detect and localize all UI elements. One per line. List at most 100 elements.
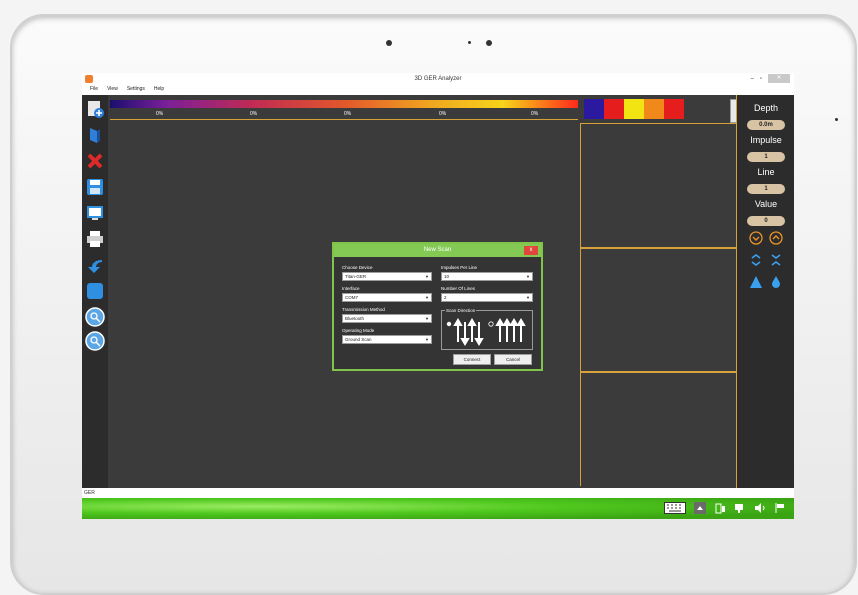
lines-value: 2	[444, 295, 447, 300]
transmission-label: Transmission Method	[342, 307, 385, 312]
mode-value: Ground Scan	[345, 337, 372, 342]
system-tray	[664, 501, 786, 519]
minimize-button[interactable]: –	[751, 76, 754, 82]
swatch[interactable]	[644, 99, 664, 119]
interface-select[interactable]: COM7 ▼	[342, 293, 432, 302]
camera-sensor-2	[486, 40, 492, 46]
depth-value: 0.0m	[747, 120, 785, 130]
chevron-down-icon: ▼	[425, 337, 429, 342]
depth-label: Depth	[753, 103, 779, 113]
blank-icon[interactable]	[85, 281, 105, 301]
mode-label: Operating Mode	[342, 328, 375, 333]
percent-label: 0%	[439, 111, 447, 117]
battery-icon[interactable]	[714, 501, 726, 519]
radio-parallel	[488, 321, 494, 327]
swatch[interactable]	[624, 99, 644, 119]
new-scan-dialog: New Scan x Choose Device Titan-GER ▼ Inte…	[332, 242, 543, 371]
line-value: 1	[747, 184, 785, 194]
left-toolbar	[82, 95, 108, 488]
chevron-down-circle-icon[interactable]	[749, 231, 763, 245]
dialog-close-button[interactable]: x	[524, 246, 538, 255]
mode-select[interactable]: Ground Scan ▼	[342, 335, 432, 344]
value-value: 0	[747, 216, 785, 226]
chevron-down-icon: ▼	[526, 274, 530, 279]
choose-device-value: Titan-GER	[345, 274, 367, 279]
tray-up-arrow-icon[interactable]	[694, 501, 706, 519]
preview-panel-3[interactable]	[580, 371, 736, 486]
camera-lens	[386, 40, 392, 46]
zoom-alt-icon[interactable]	[85, 331, 105, 351]
parallel-direction-icon	[495, 318, 526, 342]
scan-direction-label: Scan Direction	[445, 308, 477, 313]
droplet-icon[interactable]	[769, 275, 783, 289]
open-book-icon[interactable]	[85, 125, 105, 145]
line-label: Line	[757, 167, 775, 177]
impulses-select[interactable]: 10 ▼	[441, 272, 533, 281]
menu-bar: File View Settings Help	[82, 86, 794, 95]
menu-view[interactable]: View	[107, 86, 118, 95]
title-bar: 3D GER Analyzer – ▫ ✕	[82, 73, 794, 86]
chevron-up-circle-icon[interactable]	[769, 231, 783, 245]
cancel-button[interactable]: Cancel	[494, 354, 532, 365]
percent-label: 0%	[250, 111, 258, 117]
lines-select[interactable]: 2 ▼	[441, 293, 533, 302]
chevron-down-icon: ▼	[425, 274, 429, 279]
zigzag-direction-icon	[453, 318, 484, 346]
choose-device-select[interactable]: Titan-GER ▼	[342, 272, 432, 281]
menu-help[interactable]: Help	[154, 86, 164, 95]
menu-file[interactable]: File	[90, 86, 98, 95]
screen: 3D GER Analyzer – ▫ ✕ File View Settings…	[82, 73, 794, 519]
dialog-title: New Scan	[334, 244, 541, 257]
menu-settings[interactable]: Settings	[127, 86, 145, 95]
app-area: 0% 0% 0% 0% 0% Depth 0.0m Impulse 1 Line…	[82, 95, 794, 488]
print-icon[interactable]	[85, 229, 105, 249]
delete-icon[interactable]	[85, 151, 105, 171]
status-line: GER	[82, 488, 794, 498]
swatch[interactable]	[604, 99, 624, 119]
transmission-select[interactable]: Bluetooth ▼	[342, 314, 432, 323]
color-scale-bar	[110, 100, 578, 108]
percent-label: 0%	[531, 111, 539, 117]
impulses-value: 10	[444, 274, 450, 279]
maximize-button[interactable]: ▫	[760, 76, 762, 82]
interface-value: COM7	[345, 295, 359, 300]
collapse-vertical-icon[interactable]	[769, 253, 783, 267]
swatch[interactable]	[664, 99, 684, 119]
chevron-down-icon: ▼	[425, 295, 429, 300]
impulse-label: Impulse	[750, 135, 782, 145]
radio-zigzag	[446, 321, 452, 327]
close-button[interactable]: ✕	[768, 74, 790, 83]
camera-sensor	[468, 41, 471, 44]
undo-icon[interactable]	[85, 255, 105, 275]
zoom-icon[interactable]	[85, 307, 105, 327]
swatch[interactable]	[584, 99, 604, 119]
connect-button[interactable]: Connect	[453, 354, 491, 365]
network-icon[interactable]	[734, 501, 746, 519]
transmission-value: Bluetooth	[345, 316, 365, 321]
choose-device-label: Choose Device	[342, 265, 373, 270]
readout-sidebar: Depth 0.0m Impulse 1 Line 1 Value 0	[736, 95, 794, 488]
window-title: 3D GER Analyzer	[414, 76, 462, 82]
display-icon[interactable]	[85, 203, 105, 223]
impulse-readout: Impulse 1	[737, 135, 794, 163]
keyboard-icon[interactable]	[664, 501, 686, 519]
impulse-value: 1	[747, 152, 785, 162]
color-scale-labels: 0% 0% 0% 0% 0%	[110, 109, 578, 120]
preview-panel-1[interactable]	[580, 123, 736, 249]
depth-readout: Depth 0.0m	[737, 103, 794, 131]
lines-label: Number Of Lines	[441, 286, 476, 291]
new-scan-icon[interactable]	[85, 99, 105, 119]
side-panels	[580, 123, 736, 486]
volume-icon[interactable]	[754, 501, 766, 519]
preview-panel-2[interactable]	[580, 247, 736, 373]
expand-vertical-icon[interactable]	[749, 253, 763, 267]
triangle-up-icon[interactable]	[749, 275, 763, 289]
impulses-label: Impulses Per Line	[441, 265, 478, 270]
side-sensor	[835, 118, 838, 121]
chevron-down-icon: ▼	[526, 295, 530, 300]
line-readout: Line 1	[737, 167, 794, 195]
interface-label: Interface	[342, 286, 360, 291]
chevron-down-icon: ▼	[425, 316, 429, 321]
save-icon[interactable]	[85, 177, 105, 197]
flag-icon[interactable]	[774, 501, 786, 519]
